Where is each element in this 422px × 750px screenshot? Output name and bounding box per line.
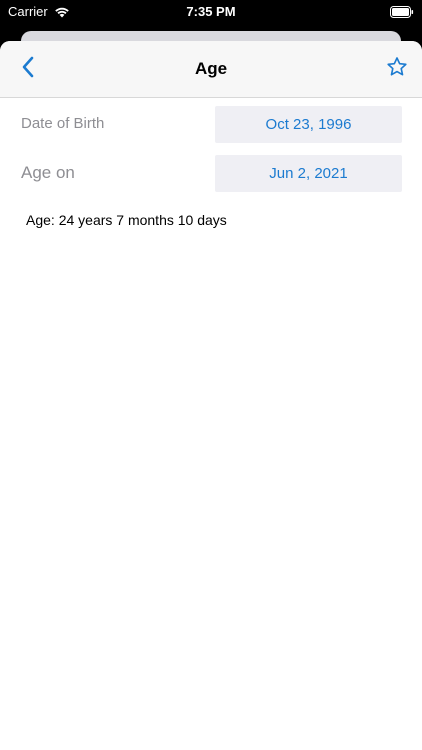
battery-icon bbox=[390, 5, 414, 18]
age-on-label: Age on bbox=[21, 163, 75, 182]
star-icon bbox=[386, 56, 408, 83]
age-result: Age: 24 years 7 months 10 days bbox=[26, 212, 227, 228]
navigation-bar: Age bbox=[0, 41, 422, 98]
status-time: 7:35 PM bbox=[186, 4, 236, 19]
date-of-birth-label: Date of Birth bbox=[21, 115, 105, 132]
age-on-row: Age on Jun 2, 2021 bbox=[0, 155, 422, 192]
page-title: Age bbox=[194, 59, 228, 78]
age-on-date-picker[interactable]: Jun 2, 2021 bbox=[215, 155, 402, 192]
date-of-birth-row: Date of Birth Oct 23, 1996 bbox=[0, 106, 422, 143]
age-sheet: Age Date of Birth Oct 23, 1996 Age on Ju… bbox=[0, 41, 422, 750]
favorite-button[interactable] bbox=[382, 54, 412, 84]
date-of-birth-picker[interactable]: Oct 23, 1996 bbox=[215, 106, 402, 143]
app-screen: Carrier 7:35 PM Age Date of Birth Oct 23… bbox=[0, 0, 422, 750]
status-bar: Carrier 7:35 PM bbox=[0, 0, 422, 26]
